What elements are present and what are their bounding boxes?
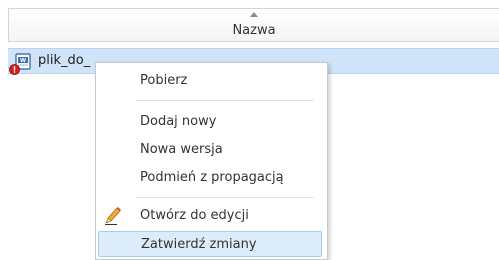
pencil-icon: [104, 206, 122, 226]
file-name[interactable]: plik_do_: [38, 53, 90, 68]
menu-item-label: Pobierz: [140, 73, 188, 88]
menu-item-label: Podmień z propagacją: [140, 170, 284, 185]
menu-item-label: Dodaj nowy: [140, 114, 217, 129]
svg-text:W: W: [20, 58, 26, 64]
column-header-label: Nazwa: [232, 23, 276, 38]
menu-item-zatwierdz-zmiany[interactable]: Zatwierdź zmiany: [98, 231, 322, 257]
sort-ascending-icon: [250, 12, 258, 17]
error-badge-icon: [9, 60, 20, 75]
context-menu: Pobierz Dodaj nowy Nowa wersja Podmień z…: [95, 62, 328, 260]
menu-item-podmien-z-propagacja[interactable]: Podmień z propagacją: [98, 165, 322, 191]
menu-separator: [136, 100, 314, 101]
menu-item-dodaj-nowy[interactable]: Dodaj nowy: [98, 109, 322, 135]
menu-item-label: Zatwierdź zmiany: [141, 237, 257, 252]
menu-item-label: Otwórz do edycji: [140, 208, 249, 223]
column-header-name[interactable]: Nazwa: [8, 8, 499, 42]
file-browser: Nazwa W plik_do_ Pobierz Dodaj nowy Nowa…: [0, 0, 499, 260]
menu-item-otworz-do-edycji[interactable]: Otwórz do edycji: [98, 203, 322, 229]
menu-item-label: Nowa wersja: [140, 142, 223, 157]
menu-separator: [136, 197, 314, 198]
menu-item-pobierz[interactable]: Pobierz: [98, 68, 322, 94]
menu-item-nowa-wersja[interactable]: Nowa wersja: [98, 137, 322, 163]
